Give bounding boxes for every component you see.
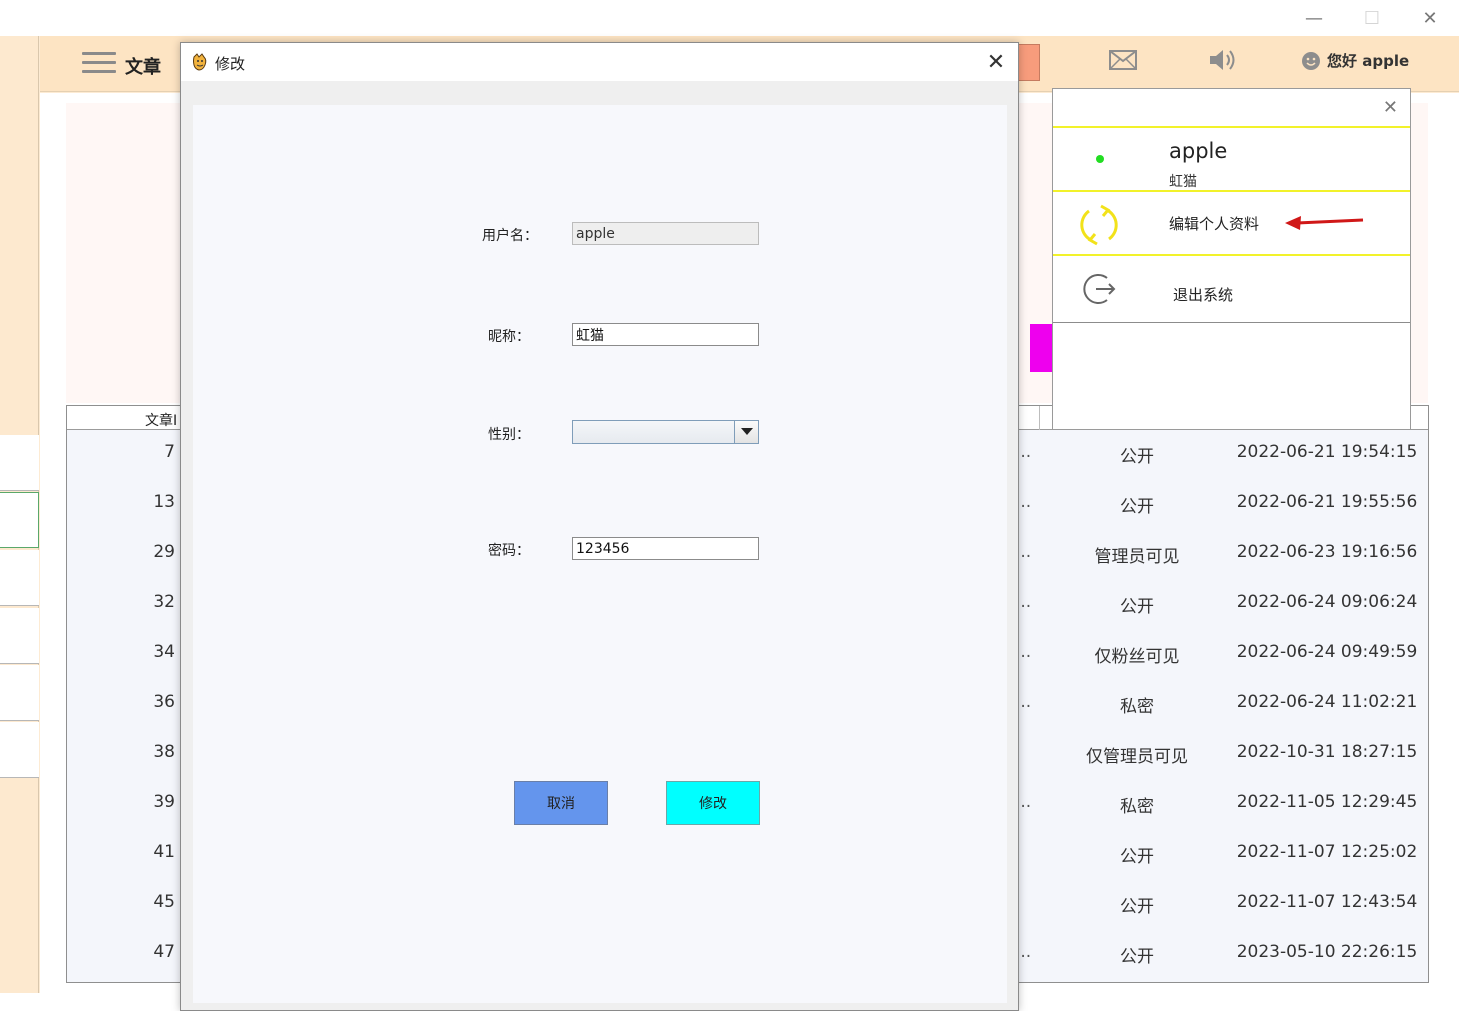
cell-title: ...: [1015, 492, 1032, 512]
cancel-button[interactable]: 取消: [514, 781, 608, 825]
cell-id: 7: [164, 442, 175, 462]
password-field[interactable]: [572, 537, 759, 560]
menu-icon[interactable]: [82, 52, 116, 76]
cell-visibility: 公开: [1120, 497, 1154, 517]
sidebar-tab[interactable]: [0, 550, 39, 606]
username-label: 用户名：: [482, 228, 538, 244]
cell-id: 45: [153, 892, 175, 912]
cell-time: 2022-06-24 09:06:24: [1236, 592, 1418, 612]
cell-time: 2022-06-21 19:55:56: [1236, 492, 1418, 512]
left-sidebar: [0, 36, 39, 993]
cell-visibility: 公开: [1120, 847, 1154, 867]
search-button[interactable]: [1018, 44, 1040, 81]
cell-id: 38: [153, 742, 175, 762]
cell-title: ...: [1015, 942, 1032, 962]
sidebar-tab-selected[interactable]: [0, 492, 39, 548]
page-title: 文章: [125, 57, 161, 78]
online-status-dot: [1096, 155, 1104, 163]
close-icon: ✕: [1422, 7, 1438, 29]
cell-visibility: 公开: [1120, 447, 1154, 467]
window-close-button[interactable]: ✕: [1401, 0, 1459, 36]
cell-id: 41: [153, 842, 175, 862]
cell-visibility: 公开: [1120, 897, 1154, 917]
magenta-block: [1030, 324, 1052, 372]
sidebar-tab[interactable]: [0, 435, 39, 491]
maximize-icon: ☐: [1363, 7, 1381, 29]
popup-nickname: 虹猫: [1169, 174, 1197, 190]
cell-visibility: 仅管理员可见: [1086, 747, 1188, 767]
sidebar-tab[interactable]: [0, 722, 39, 778]
cell-time: 2022-06-21 19:54:15: [1236, 442, 1418, 462]
cell-title: ...: [1015, 642, 1032, 662]
close-icon: ✕: [986, 49, 1006, 75]
gender-label: 性别：: [488, 427, 530, 443]
cell-time: 2022-11-07 12:43:54: [1236, 892, 1418, 912]
nickname-field[interactable]: [572, 323, 759, 346]
popup-close-button[interactable]: ✕: [1383, 97, 1398, 118]
cell-id: 47: [153, 942, 175, 962]
password-label: 密码：: [488, 543, 530, 559]
cell-id: 39: [153, 792, 175, 812]
sidebar-tab[interactable]: [0, 665, 39, 721]
nickname-label: 昵称：: [488, 329, 530, 345]
greeting-text: 您好 apple: [1327, 52, 1410, 70]
dialog-title-bar[interactable]: 修改 ✕: [181, 43, 1018, 81]
maximize-button[interactable]: ☐: [1343, 0, 1401, 36]
cell-id: 36: [153, 692, 175, 712]
minimize-icon: —: [1305, 7, 1323, 29]
mail-icon[interactable]: [1109, 50, 1137, 70]
logout-item[interactable]: 退出系统: [1173, 284, 1233, 305]
cell-title: ...: [1015, 792, 1032, 812]
cell-time: 2022-06-24 09:49:59: [1236, 642, 1418, 662]
edit-dialog: 修改 ✕ 用户名： 昵称： 性别： 密码： 取消 修改: [180, 42, 1019, 1011]
cell-time: 2022-10-31 18:27:15: [1236, 742, 1418, 762]
gender-select[interactable]: [572, 420, 759, 444]
minimize-button[interactable]: —: [1285, 0, 1343, 36]
username-field[interactable]: [572, 222, 759, 245]
cell-id: 32: [153, 592, 175, 612]
cell-visibility: 私密: [1120, 797, 1154, 817]
submit-button[interactable]: 修改: [666, 781, 760, 825]
cell-time: 2022-06-24 11:02:21: [1236, 692, 1418, 712]
speaker-icon[interactable]: [1208, 47, 1238, 73]
sidebar-tab[interactable]: [0, 608, 39, 664]
cell-title: ...: [1015, 542, 1032, 562]
app-logo-icon: [193, 53, 207, 71]
cell-visibility: 公开: [1120, 597, 1154, 617]
arrow-left-icon: [1285, 216, 1364, 230]
cell-time: 2023-05-10 22:26:15: [1236, 942, 1418, 962]
cell-title: ...: [1015, 442, 1032, 462]
column-header-id[interactable]: 文章I: [145, 410, 177, 430]
cell-id: 34: [153, 642, 175, 662]
cell-id: 13: [153, 492, 175, 512]
user-greeting[interactable]: 您好 apple: [1301, 50, 1409, 71]
cell-id: 29: [153, 542, 175, 562]
window-controls: — ☐ ✕: [1269, 0, 1459, 36]
cell-title: ...: [1015, 592, 1032, 612]
cell-time: 2022-11-05 12:29:45: [1236, 792, 1418, 812]
dropdown-arrow[interactable]: [734, 421, 758, 443]
cell-time: 2022-06-23 19:16:56: [1236, 542, 1418, 562]
smile-icon: [1302, 51, 1320, 70]
cell-visibility: 仅粉丝可见: [1094, 647, 1180, 667]
cell-time: 2022-11-07 12:25:02: [1236, 842, 1418, 862]
popup-username: apple: [1169, 139, 1228, 163]
dialog-title: 修改: [215, 55, 246, 73]
refresh-icon[interactable]: [1077, 203, 1121, 247]
cell-title: ...: [1015, 692, 1032, 712]
cell-visibility: 公开: [1120, 947, 1154, 967]
edit-profile-item[interactable]: 编辑个人资料: [1169, 213, 1259, 234]
dialog-form: 用户名： 昵称： 性别： 密码： 取消 修改: [193, 105, 1007, 1003]
dialog-close-button[interactable]: ✕: [984, 49, 1008, 75]
user-popup: ✕ apple 虹猫 编辑个人资料 退出系统: [1052, 88, 1411, 430]
logout-icon[interactable]: [1081, 272, 1117, 306]
close-icon: ✕: [1382, 97, 1398, 118]
cell-visibility: 管理员可见: [1094, 547, 1180, 567]
cell-visibility: 私密: [1120, 697, 1154, 717]
chevron-down-icon: [740, 428, 753, 435]
